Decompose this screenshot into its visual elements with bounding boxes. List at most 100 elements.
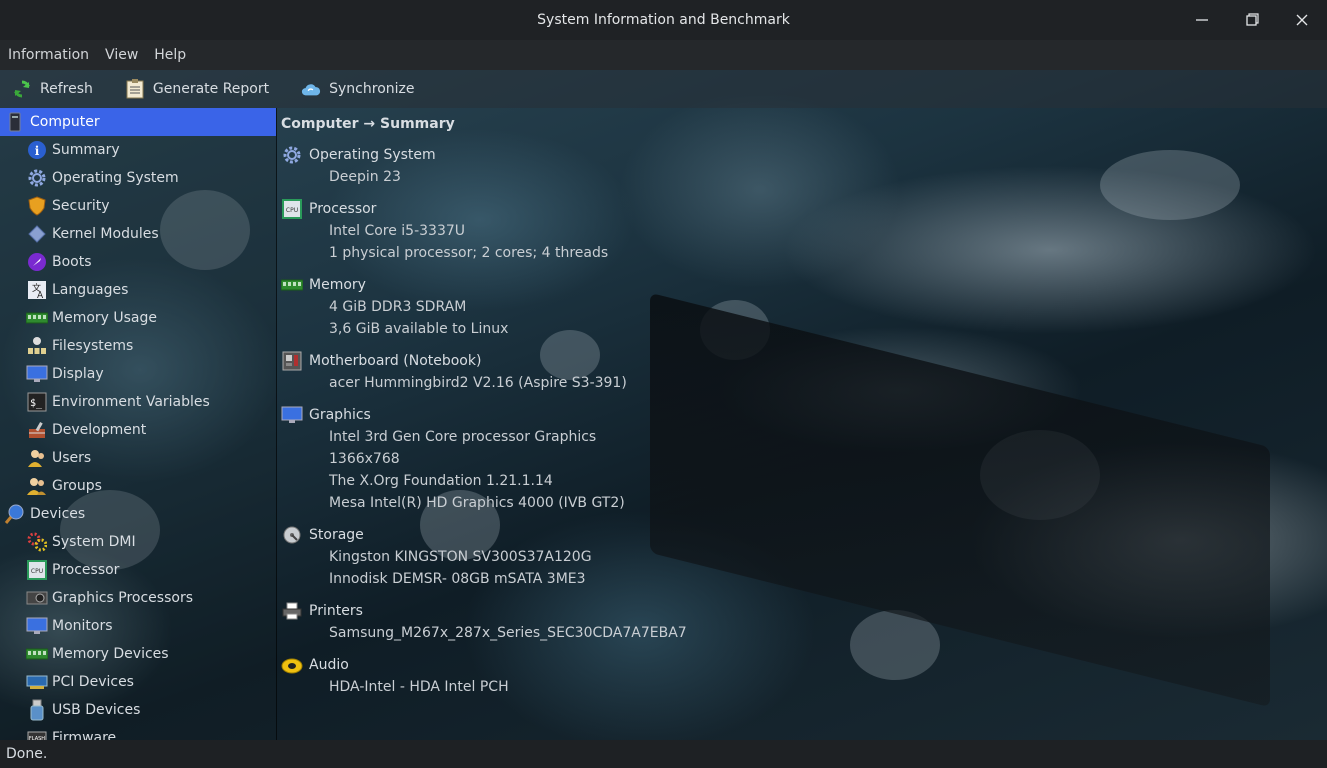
section-title: Graphics — [309, 407, 371, 423]
svg-text:A: A — [37, 291, 44, 300]
generate-report-button[interactable]: Generate Report — [125, 79, 269, 99]
svg-text:$_: $_ — [30, 398, 43, 409]
report-icon — [125, 79, 145, 99]
menu-help[interactable]: Help — [146, 47, 194, 63]
section-title: Memory — [309, 277, 366, 293]
section-title: Operating System — [309, 147, 436, 163]
magnifier-icon — [4, 503, 26, 525]
system-dmi-icon — [26, 531, 48, 553]
sidebar-item-filesystems[interactable]: Filesystems — [0, 332, 276, 360]
rocket-icon — [26, 251, 48, 273]
sidebar-item-memory-usage[interactable]: Memory Usage — [0, 304, 276, 332]
usb-icon — [26, 699, 48, 721]
section-title: Processor — [309, 201, 377, 217]
sidebar-item-environment-variables[interactable]: $_ Environment Variables — [0, 388, 276, 416]
sidebar-item-display[interactable]: Display — [0, 360, 276, 388]
development-icon — [26, 419, 48, 441]
info-icon: i — [26, 139, 48, 161]
section-value: Kingston KINGSTON SV300S37A120G — [329, 549, 592, 565]
sidebar-item-firmware[interactable]: FLASH Firmware — [0, 724, 276, 740]
cpu-icon: CPU — [26, 559, 48, 581]
disk-icon — [281, 524, 303, 546]
sidebar-item-graphics-processors[interactable]: Graphics Processors — [0, 584, 276, 612]
section-value: Samsung_M267x_287x_Series_SEC30CDA7A7EBA… — [329, 625, 687, 641]
sidebar-item-development[interactable]: Development — [0, 416, 276, 444]
summary-panel: Computer → Summary Operating System Deep… — [277, 108, 1327, 740]
title-bar: System Information and Benchmark — [0, 0, 1327, 40]
section-motherboard: Motherboard (Notebook) acer Hummingbird2… — [281, 350, 627, 394]
monitor-icon — [26, 615, 48, 637]
refresh-button[interactable]: Refresh — [12, 79, 93, 99]
section-value: Intel 3rd Gen Core processor Graphics — [329, 429, 597, 445]
minimize-button[interactable] — [1177, 0, 1227, 40]
sidebar-item-computer[interactable]: Computer — [0, 108, 276, 136]
section-title: Printers — [309, 603, 363, 619]
cpu-icon: CPU — [281, 198, 303, 220]
maximize-button[interactable] — [1227, 0, 1277, 40]
section-value: The X.Org Foundation 1.21.1.14 — [329, 473, 553, 489]
shield-icon — [26, 195, 48, 217]
terminal-icon: $_ — [26, 391, 48, 413]
audio-icon — [281, 654, 303, 676]
breadcrumb: Computer → Summary — [281, 116, 455, 132]
pci-card-icon — [26, 671, 48, 693]
sidebar-item-groups[interactable]: Groups — [0, 472, 276, 500]
monitor-icon — [281, 404, 303, 426]
section-processor: CPU Processor Intel Core i5-3337U 1 phys… — [281, 198, 608, 264]
sidebar-item-summary[interactable]: i Summary — [0, 136, 276, 164]
motherboard-icon — [281, 350, 303, 372]
sidebar-item-usb-devices[interactable]: USB Devices — [0, 696, 276, 724]
menu-information[interactable]: Information — [0, 47, 97, 63]
toolbar: Refresh Generate Report Synchronize — [0, 70, 1327, 108]
monitor-icon — [26, 363, 48, 385]
section-graphics: Graphics Intel 3rd Gen Core processor Gr… — [281, 404, 625, 514]
section-audio: Audio HDA-Intel - HDA Intel PCH — [281, 654, 509, 698]
generate-report-label: Generate Report — [152, 81, 270, 97]
sidebar-item-monitors[interactable]: Monitors — [0, 612, 276, 640]
filesystems-icon — [26, 335, 48, 357]
memory-icon — [26, 643, 48, 665]
section-value: 4 GiB DDR3 SDRAM — [329, 299, 467, 315]
sidebar-item-system-dmi[interactable]: System DMI — [0, 528, 276, 556]
sidebar-item-pci-devices[interactable]: PCI Devices — [0, 668, 276, 696]
sidebar-item-operating-system[interactable]: Operating System — [0, 164, 276, 192]
kernel-modules-icon — [26, 223, 48, 245]
section-value: Mesa Intel(R) HD Graphics 4000 (IVB GT2) — [329, 495, 625, 511]
close-button[interactable] — [1277, 0, 1327, 40]
sidebar-item-memory-devices[interactable]: Memory Devices — [0, 640, 276, 668]
graphics-card-icon — [26, 587, 48, 609]
gear-icon — [26, 167, 48, 189]
sidebar-item-processor[interactable]: CPU Processor — [0, 556, 276, 584]
users-icon — [26, 447, 48, 469]
section-value: acer Hummingbird2 V2.16 (Aspire S3-391) — [329, 375, 627, 391]
section-value: 3,6 GiB available to Linux — [329, 321, 509, 337]
section-value: Innodisk DEMSR- 08GB mSATA 3ME3 — [329, 571, 586, 587]
section-value: 1366x768 — [329, 451, 400, 467]
section-value: Deepin 23 — [329, 169, 401, 185]
window-title: System Information and Benchmark — [537, 12, 790, 28]
memory-icon — [26, 307, 48, 329]
sidebar-item-users[interactable]: Users — [0, 444, 276, 472]
languages-icon: 文A — [26, 279, 48, 301]
sidebar-item-languages[interactable]: 文A Languages — [0, 276, 276, 304]
svg-text:i: i — [35, 144, 40, 158]
sidebar-item-kernel-modules[interactable]: Kernel Modules — [0, 220, 276, 248]
section-memory: Memory 4 GiB DDR3 SDRAM 3,6 GiB availabl… — [281, 274, 508, 340]
svg-text:CPU: CPU — [286, 207, 298, 214]
menu-view[interactable]: View — [97, 47, 146, 63]
refresh-label: Refresh — [40, 81, 93, 97]
menu-bar: Information View Help — [0, 40, 1327, 70]
printer-icon — [281, 600, 303, 622]
refresh-icon — [12, 79, 32, 99]
sidebar-tree: Computer i Summary Operating System Secu… — [0, 108, 277, 740]
svg-text:CPU: CPU — [31, 568, 43, 575]
synchronize-button[interactable]: Synchronize — [301, 79, 414, 99]
sidebar-item-devices[interactable]: Devices — [0, 500, 276, 528]
section-title: Motherboard (Notebook) — [309, 353, 482, 369]
section-title: Audio — [309, 657, 349, 673]
sidebar-item-security[interactable]: Security — [0, 192, 276, 220]
computer-tower-icon — [4, 111, 26, 133]
sidebar-item-boots[interactable]: Boots — [0, 248, 276, 276]
section-value: HDA-Intel - HDA Intel PCH — [329, 679, 509, 695]
gear-icon — [281, 144, 303, 166]
